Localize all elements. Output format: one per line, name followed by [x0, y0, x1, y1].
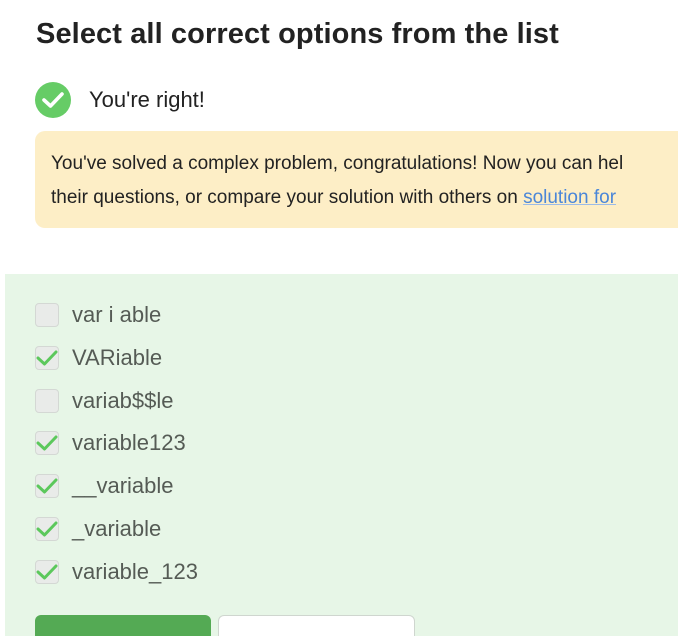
option-item[interactable]: _variable [35, 514, 161, 544]
checkbox[interactable] [35, 560, 59, 584]
check-icon [36, 478, 58, 494]
status-text: You're right! [89, 87, 205, 112]
checkbox[interactable] [35, 517, 59, 541]
check-icon [36, 350, 58, 366]
option-label: var i able [72, 302, 162, 327]
notice-line-1: You've solved a complex problem, congrat… [51, 153, 624, 174]
checkmark-circle-icon [35, 82, 71, 118]
page-title: Select all correct options from the list [36, 18, 559, 50]
checkbox[interactable] [35, 303, 59, 327]
option-item[interactable]: variable_123 [35, 557, 198, 587]
option-item[interactable]: var i able [35, 300, 161, 330]
congratulations-notice: You've solved a complex problem, congrat… [35, 131, 678, 228]
option-label: variab$$le [72, 388, 174, 413]
notice-line-2: their questions, or compare your solutio… [51, 181, 678, 215]
solution-forum-link[interactable]: solution for [523, 187, 616, 208]
option-item[interactable]: VARiable [35, 343, 162, 373]
options-panel: var i able VARiable variab$$le variable1… [5, 274, 678, 636]
option-item[interactable]: variab$$le [35, 386, 174, 416]
check-icon [36, 435, 58, 451]
continue-button[interactable] [35, 615, 211, 636]
option-item[interactable]: variable123 [35, 428, 186, 458]
option-label: VARiable [72, 345, 163, 370]
option-label: variable_123 [72, 559, 198, 584]
option-item[interactable]: __variable [35, 471, 174, 501]
option-label: __variable [72, 473, 174, 498]
checkbox[interactable] [35, 474, 59, 498]
check-icon [36, 564, 58, 580]
notice-line-2-text: their questions, or compare your solutio… [51, 187, 524, 208]
result-status: You're right! [35, 82, 205, 118]
option-label: _variable [72, 516, 162, 541]
check-icon [36, 521, 58, 537]
quiz-page: Select all correct options from the list… [0, 0, 678, 636]
option-label: variable123 [72, 430, 186, 455]
checkbox[interactable] [35, 389, 59, 413]
checkbox[interactable] [35, 431, 59, 455]
secondary-button[interactable] [218, 615, 415, 636]
checkbox[interactable] [35, 346, 59, 370]
